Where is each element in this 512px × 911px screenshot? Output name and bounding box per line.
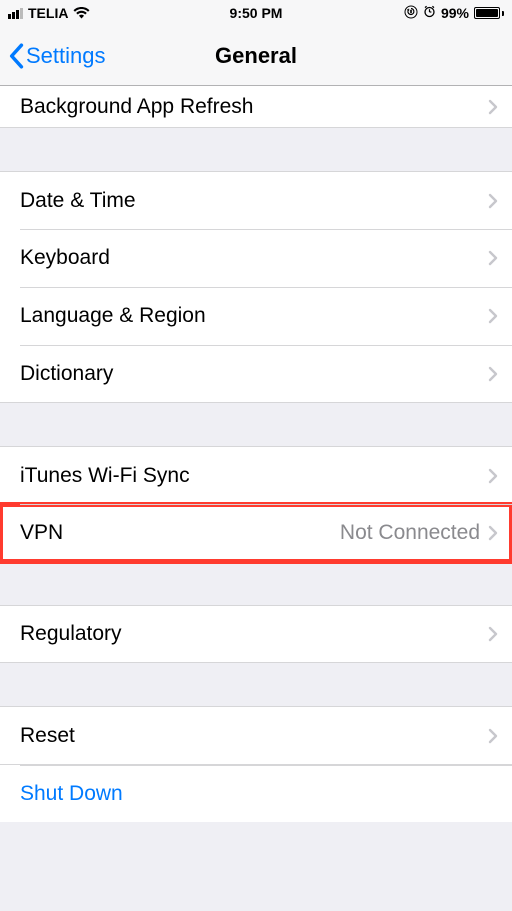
battery-pct: 99%	[441, 5, 469, 21]
signal-icon	[8, 8, 23, 19]
row-shut-down[interactable]: Shut Down	[0, 764, 512, 822]
row-label: Date & Time	[20, 189, 488, 213]
chevron-right-icon	[488, 525, 498, 541]
row-language-region[interactable]: Language & Region	[0, 287, 512, 345]
row-label: Dictionary	[20, 362, 488, 386]
chevron-right-icon	[488, 626, 498, 642]
row-itunes-wifi-sync[interactable]: iTunes Wi-Fi Sync	[0, 446, 512, 504]
battery-icon	[474, 7, 504, 19]
row-date-time[interactable]: Date & Time	[0, 171, 512, 229]
back-label: Settings	[26, 43, 106, 69]
chevron-right-icon	[488, 366, 498, 382]
chevron-right-icon	[488, 193, 498, 209]
row-keyboard[interactable]: Keyboard	[0, 229, 512, 287]
row-value: Not Connected	[340, 521, 480, 545]
rotation-lock-icon	[404, 5, 418, 22]
chevron-right-icon	[488, 99, 498, 115]
status-bar: TELIA 9:50 PM 99%	[0, 0, 512, 26]
nav-header: Settings General	[0, 26, 512, 86]
chevron-right-icon	[488, 308, 498, 324]
row-dictionary[interactable]: Dictionary	[0, 345, 512, 403]
carrier-label: TELIA	[28, 5, 68, 21]
row-background-app-refresh[interactable]: Background App Refresh	[0, 86, 512, 128]
chevron-right-icon	[488, 250, 498, 266]
chevron-right-icon	[488, 468, 498, 484]
alarm-icon	[423, 5, 436, 21]
row-label: Regulatory	[20, 622, 488, 646]
row-label: Reset	[20, 724, 488, 748]
row-regulatory[interactable]: Regulatory	[0, 605, 512, 663]
row-label: Background App Refresh	[20, 95, 488, 119]
wifi-icon	[73, 7, 90, 19]
row-label: VPN	[20, 521, 340, 545]
row-label: Keyboard	[20, 246, 488, 270]
row-label: Language & Region	[20, 304, 488, 328]
chevron-left-icon	[8, 43, 24, 69]
row-reset[interactable]: Reset	[0, 706, 512, 764]
row-label: Shut Down	[20, 782, 498, 806]
chevron-right-icon	[488, 728, 498, 744]
row-vpn[interactable]: VPN Not Connected	[0, 504, 512, 562]
back-button[interactable]: Settings	[0, 43, 106, 69]
row-label: iTunes Wi-Fi Sync	[20, 464, 488, 488]
